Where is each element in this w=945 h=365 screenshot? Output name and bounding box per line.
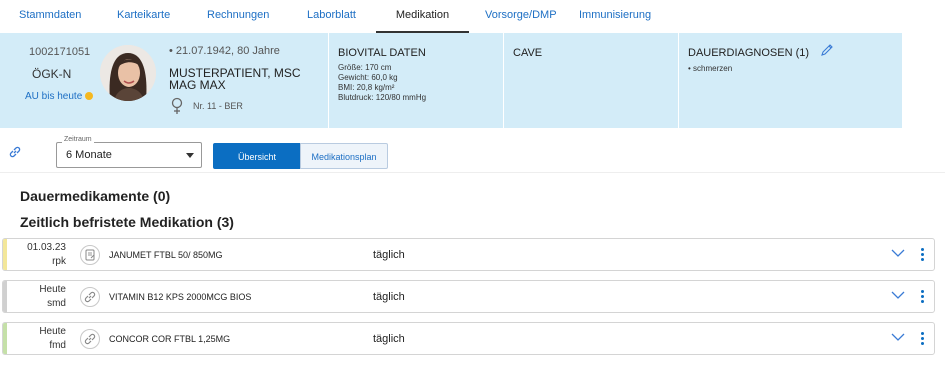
patient-id: 1002171051 [29, 46, 91, 58]
patient-name: MUSTERPATIENT, MSC MAG MAX [169, 66, 301, 92]
overview-button[interactable]: Übersicht [213, 143, 301, 169]
more-options-icon[interactable] [921, 248, 925, 262]
medication-date: 01.03.23 [27, 242, 66, 253]
medication-author: rpk [52, 256, 66, 267]
vital-blood-pressure: Blutdruck: 120/80 mmHg [338, 93, 427, 102]
tab-rechnungen[interactable]: Rechnungen [207, 0, 269, 33]
chevron-down-icon[interactable] [891, 248, 905, 258]
chevron-down-icon[interactable] [891, 332, 905, 342]
vital-bmi: BMI: 20,8 kg/m² [338, 83, 395, 92]
cave-title: CAVE [513, 47, 543, 59]
vital-height: Größe: 170 cm [338, 63, 392, 72]
medication-name: JANUMET FTBL 50/ 850MG [109, 250, 223, 260]
medication-row[interactable]: Heute smd VITAMIN B12 KPS 2000MCG BIOS t… [2, 280, 935, 313]
prescription-icon [80, 245, 100, 265]
temporary-medication-heading: Zeitlich befristete Medikation (3) [20, 214, 234, 230]
vital-weight: Gewicht: 60,0 kg [338, 73, 398, 82]
vitals-title: BIOVITAL DATEN [338, 47, 426, 59]
link-icon [80, 329, 100, 349]
tab-stammdaten[interactable]: Stammdaten [19, 0, 81, 33]
status-dot-icon [85, 92, 94, 100]
medication-frequency: täglich [373, 249, 405, 261]
column-divider [503, 33, 504, 128]
row-color-bar [3, 239, 7, 270]
caret-down-icon[interactable] [186, 153, 194, 158]
medication-date: Heute [39, 284, 66, 295]
tab-medikation[interactable]: Medikation [376, 0, 469, 33]
patient-birthdate: • 21.07.1942, 80 Jahre [169, 45, 280, 57]
link-icon [80, 287, 100, 307]
tab-bar: Stammdaten Karteikarte Rechnungen Laborb… [0, 0, 945, 33]
diagnoses-title: DAUERDIAGNOSEN (1) [688, 47, 810, 59]
diagnosis-item: • schmerzen [688, 64, 733, 73]
link-icon[interactable] [8, 145, 22, 159]
medication-author: fmd [49, 340, 66, 351]
patient-ward: Nr. 11 - BER [193, 101, 243, 111]
medication-name: VITAMIN B12 KPS 2000MCG BIOS [109, 292, 252, 302]
insurance-label: ÖGK-N [32, 67, 72, 81]
medication-row[interactable]: Heute fmd CONCOR COR FTBL 1,25MG täglich [2, 322, 935, 355]
tab-immunisierung[interactable]: Immunisierung [579, 0, 651, 33]
avatar-photo [100, 45, 156, 101]
chevron-down-icon[interactable] [891, 290, 905, 300]
au-status-label[interactable]: AU bis heute [25, 91, 82, 102]
medication-frequency: täglich [373, 291, 405, 303]
pencil-edit-icon[interactable] [820, 43, 834, 57]
period-select-label: Zeitraum [62, 136, 94, 143]
female-icon [171, 97, 183, 114]
patient-avatar [100, 45, 156, 101]
patient-header: 1002171051 ÖGK-N AU bis heute • 21.07.19… [0, 33, 902, 128]
row-color-bar [3, 323, 7, 354]
period-select-value[interactable]: 6 Monate [66, 149, 112, 161]
tab-karteikarte[interactable]: Karteikarte [117, 0, 170, 33]
au-status-link[interactable]: AU bis heute [25, 91, 94, 102]
permanent-medication-heading: Dauermedikamente (0) [20, 188, 171, 204]
medication-plan-button[interactable]: Medikationsplan [300, 143, 388, 169]
tab-laborblatt[interactable]: Laborblatt [307, 0, 356, 33]
column-divider [678, 33, 679, 128]
medication-row[interactable]: 01.03.23 rpk JANUMET FTBL 50/ 850MG tägl… [2, 238, 935, 271]
tab-vorsorge-dmp[interactable]: Vorsorge/DMP [485, 0, 557, 33]
row-color-bar [3, 281, 7, 312]
medication-name: CONCOR COR FTBL 1,25MG [109, 334, 231, 344]
medication-author: smd [47, 298, 66, 309]
medication-frequency: täglich [373, 333, 405, 345]
more-options-icon[interactable] [921, 332, 925, 346]
column-divider [328, 33, 329, 128]
divider [0, 172, 945, 173]
more-options-icon[interactable] [921, 290, 925, 304]
medication-date: Heute [39, 326, 66, 337]
